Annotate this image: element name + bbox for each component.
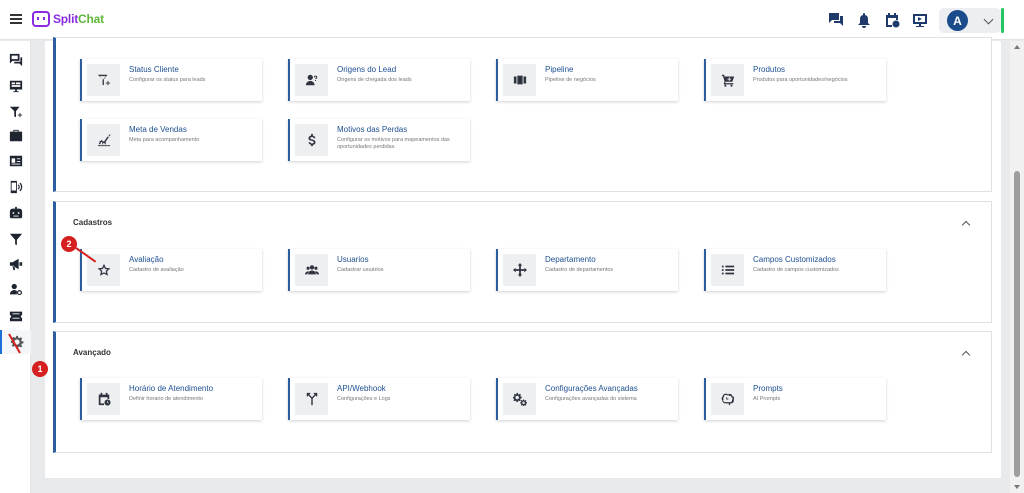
monitor-icon[interactable]: [7, 77, 24, 94]
avatar: A: [947, 10, 968, 31]
card-title: Prompts: [753, 384, 783, 393]
card-api-webhook[interactable]: API/Webhook Configurações e Logs: [288, 378, 470, 420]
briefcase-icon[interactable]: [7, 127, 24, 144]
card-desc: Cadastro de campos customizados: [753, 267, 839, 273]
card-title: Motivos das Perdas: [337, 125, 408, 134]
bell-icon[interactable]: [856, 12, 872, 28]
user-search-icon[interactable]: [7, 281, 24, 298]
card-desc: Origens de chegada dos leads: [337, 77, 412, 83]
conversations-icon[interactable]: [7, 51, 24, 68]
section-cadastros: Cadastros Avaliação Cadastro de avaliaçã…: [53, 201, 992, 323]
section-title: Avançado: [73, 348, 111, 357]
card-title: Avaliação: [129, 255, 164, 264]
logo-split: Split: [53, 12, 78, 26]
card-avaliacao[interactable]: Avaliação Cadastro de avaliação: [80, 249, 262, 291]
scroll-up-icon[interactable]: [1014, 45, 1020, 49]
video-icon[interactable]: [912, 12, 928, 28]
list-icon: [711, 254, 744, 286]
menu-icon[interactable]: [10, 14, 22, 24]
section-avancado: Avançado Horário de Atendimento Definir …: [53, 331, 992, 453]
robot-icon[interactable]: [7, 204, 24, 221]
chat-icon[interactable]: [828, 12, 844, 28]
calendar-clock-icon: [87, 383, 120, 415]
card-desc: Cadastrar usuários: [337, 267, 384, 273]
filter-plus-icon[interactable]: [7, 103, 24, 120]
filter-plus-icon: [87, 64, 120, 96]
card-pipeline[interactable]: Pipeline Pipeline de negócios: [496, 59, 678, 101]
status-indicator: [1001, 8, 1004, 33]
card-desc: Meta para acompanhamento: [129, 137, 200, 143]
phone-signal-icon[interactable]: [7, 178, 24, 195]
card-prompts[interactable]: Prompts AI Prompts: [704, 378, 886, 420]
card-desc: Configurar os status para leads: [129, 77, 206, 83]
chevron-up-icon[interactable]: [961, 220, 971, 230]
card-desc: Configurações avançadas do sistema: [545, 396, 637, 402]
section-title: Cadastros: [73, 218, 113, 227]
card-horario-de-atendimento[interactable]: Horário de Atendimento Definir horario d…: [80, 378, 262, 420]
megaphone-icon[interactable]: [7, 255, 24, 272]
chart-trend-icon: [87, 124, 120, 156]
card-desc: Cadastro de departamentos: [545, 267, 614, 273]
card-produtos[interactable]: Produtos Produtos para oportunidades/neg…: [704, 59, 886, 101]
chevron-up-icon[interactable]: [961, 350, 971, 360]
card-title: Status Cliente: [129, 65, 179, 74]
card-title: Usuarios: [337, 255, 369, 264]
card-title: Origens do Lead: [337, 65, 397, 74]
card-title: API/Webhook: [337, 384, 386, 393]
annotation-marker-1: 1: [32, 361, 48, 377]
card-campos-customizados[interactable]: Campos Customizados Cadastro de campos c…: [704, 249, 886, 291]
gear-icon[interactable]: [0, 330, 31, 354]
card-status-cliente[interactable]: Status Cliente Configurar os status para…: [80, 59, 262, 101]
card-title: Horário de Atendimento: [129, 384, 214, 393]
card-title: Departamento: [545, 255, 596, 264]
merge-arrows-icon: [295, 383, 328, 415]
card-desc: Cadastro de avaliação: [129, 267, 184, 273]
pipeline-icon: [503, 64, 536, 96]
card-desc: Configurar os motivos para mapeamentos d…: [337, 137, 450, 150]
section-leads: Status Cliente Configurar os status para…: [53, 37, 992, 192]
card-configuracoes-avancadas[interactable]: Configurações Avançadas Configurações av…: [496, 378, 678, 420]
user-menu-button[interactable]: A: [939, 8, 1001, 33]
scrollbar[interactable]: [1010, 41, 1024, 493]
card-title: Pipeline: [545, 65, 574, 74]
card-motivos-das-perdas[interactable]: Motivos das Perdas Configurar os motivos…: [288, 119, 470, 161]
chevron-down-icon: [983, 14, 994, 25]
contact-card-icon[interactable]: [7, 152, 24, 169]
card-usuarios[interactable]: Usuarios Cadastrar usuários: [288, 249, 470, 291]
calendar-clock-icon[interactable]: [884, 12, 900, 28]
card-desc: Pipeline de negócios: [545, 77, 596, 83]
settings-panel: Status Cliente Configurar os status para…: [45, 37, 1001, 478]
card-title: Produtos: [753, 65, 786, 74]
filter-icon[interactable]: [7, 230, 24, 247]
card-title: Campos Customizados: [753, 255, 836, 264]
ticket-icon[interactable]: [7, 307, 24, 324]
card-origens-do-lead[interactable]: Origens do Lead Origens de chegada dos l…: [288, 59, 470, 101]
card-departamento[interactable]: Departamento Cadastro de departamentos: [496, 249, 678, 291]
logo-chat: Chat: [78, 12, 104, 26]
card-desc: AI Prompts: [753, 396, 781, 402]
brain-icon: [711, 383, 744, 415]
top-bar: SplitChat A: [0, 0, 1024, 40]
annotation-marker-2: 2: [61, 236, 77, 252]
card-desc: Configurações e Logs: [337, 396, 391, 402]
gears-icon: [503, 383, 536, 415]
card-desc: Produtos para oportunidades/negócios: [753, 77, 848, 83]
app-logo[interactable]: SplitChat: [32, 10, 104, 28]
card-title: Configurações Avançadas: [545, 384, 638, 393]
scroll-down-icon[interactable]: [1014, 485, 1020, 489]
sidebar: [0, 41, 31, 493]
card-title: Meta de Vendas: [129, 125, 187, 134]
cart-plus-icon: [711, 64, 744, 96]
card-desc: Definir horario de atendimento: [129, 396, 203, 402]
move-arrows-icon: [503, 254, 536, 286]
users-icon: [295, 254, 328, 286]
dollar-icon: [295, 124, 328, 156]
logo-icon: [32, 11, 50, 27]
scroll-thumb[interactable]: [1014, 171, 1020, 477]
card-meta-de-vendas[interactable]: Meta de Vendas Meta para acompanhamento: [80, 119, 262, 161]
user-question-icon: [295, 64, 328, 96]
